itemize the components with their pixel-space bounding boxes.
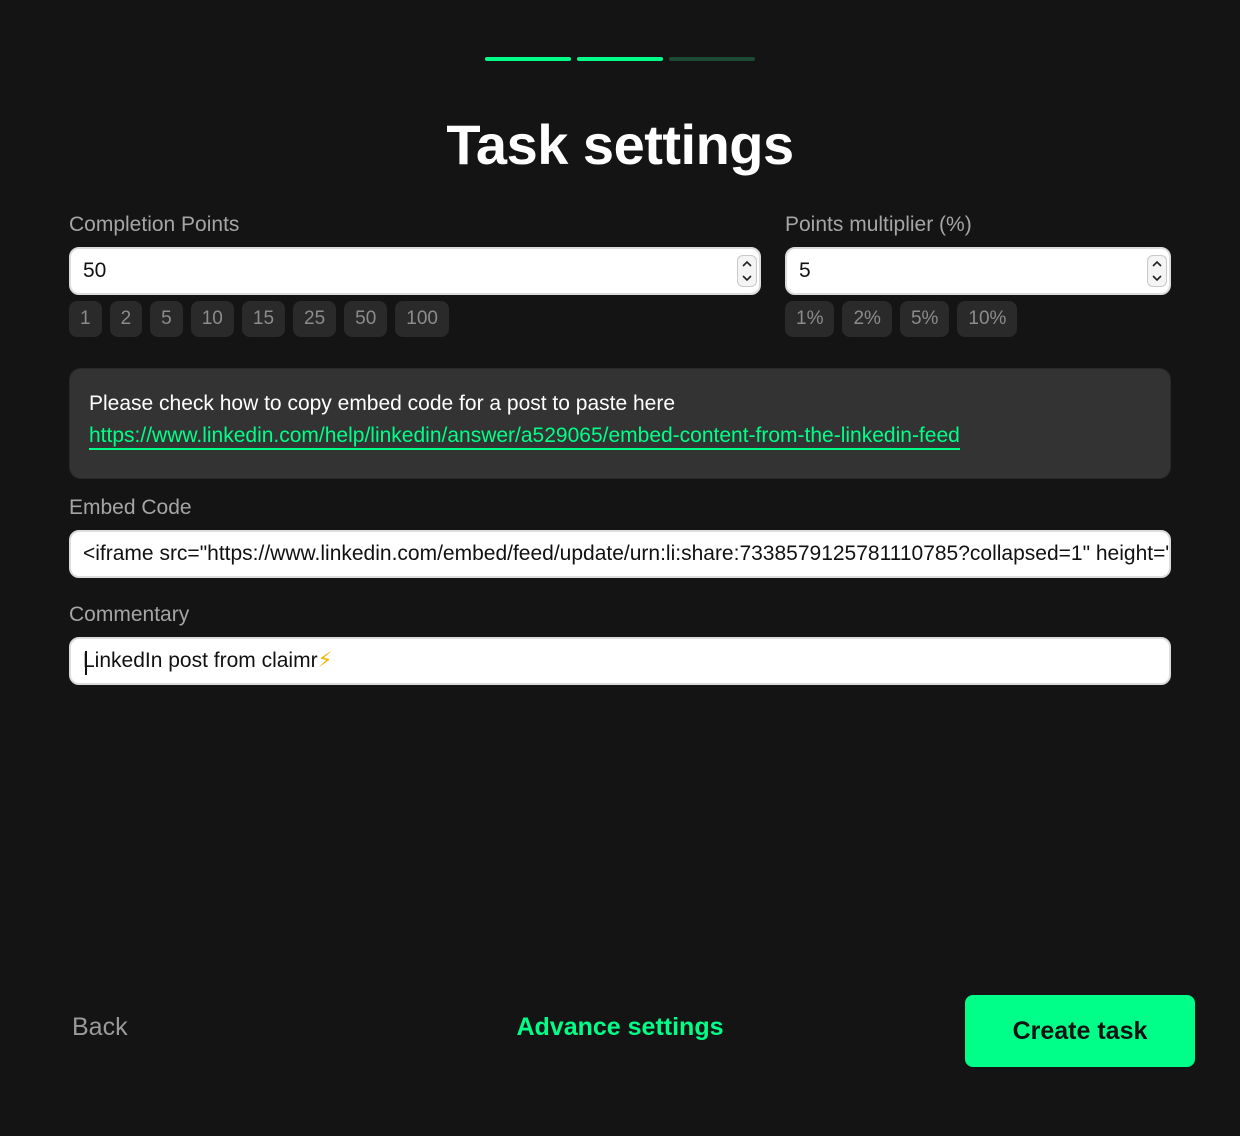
back-button[interactable]: Back [72,1013,128,1042]
points-multiplier-value: 5 [799,259,811,282]
preset-chip-10[interactable]: 10 [190,301,234,337]
multiplier-chip-5[interactable]: 5% [899,301,950,337]
multiplier-chip-1[interactable]: 1% [785,301,835,337]
step-3-indicator [669,57,755,61]
increment-button[interactable] [739,257,755,270]
commentary-value: LinkedIn post from claimr [83,649,318,672]
embed-code-input[interactable]: <iframe src="https://www.linkedin.com/em… [69,530,1171,578]
completion-points-spinner [737,255,757,287]
chevron-down-icon [1152,275,1162,282]
embed-help-link[interactable]: https://www.linkedin.com/help/linkedin/a… [89,424,960,450]
points-multiplier-presets: 1% 2% 5% 10% [785,301,1018,337]
step-1-indicator [485,57,571,61]
progress-stepper [485,57,755,61]
chevron-up-icon [742,260,752,267]
preset-chip-5[interactable]: 5 [150,301,183,337]
multiplier-chip-2[interactable]: 2% [842,301,892,337]
embed-help-box: Please check how to copy embed code for … [69,368,1171,479]
commentary-label: Commentary [69,603,190,626]
embed-help-text: Please check how to copy embed code for … [89,392,676,415]
preset-chip-100[interactable]: 100 [395,301,449,337]
completion-points-label: Completion Points [69,213,240,236]
preset-chip-2[interactable]: 2 [109,301,143,337]
page-title: Task settings [446,113,794,176]
preset-chip-15[interactable]: 15 [241,301,286,337]
completion-points-presets: 1 2 5 10 15 25 50 100 [69,301,449,337]
completion-points-input[interactable]: 50 [69,247,761,295]
commentary-input[interactable]: LinkedIn post from claimr⚡ [69,637,1171,685]
preset-chip-50[interactable]: 50 [344,301,388,337]
decrement-button[interactable] [1149,272,1165,285]
increment-button[interactable] [1149,257,1165,270]
chevron-down-icon [742,275,752,282]
chevron-up-icon [1152,260,1162,267]
completion-points-value: 50 [83,259,107,282]
step-2-indicator [577,57,663,61]
embed-code-value: <iframe src="https://www.linkedin.com/em… [83,542,1169,565]
create-task-button[interactable]: Create task [965,995,1195,1067]
lightning-icon: ⚡ [317,649,333,672]
preset-chip-1[interactable]: 1 [69,301,102,337]
multiplier-chip-10[interactable]: 10% [957,301,1018,337]
embed-code-label: Embed Code [69,496,192,519]
decrement-button[interactable] [739,272,755,285]
points-multiplier-spinner [1147,255,1167,287]
points-multiplier-label: Points multiplier (%) [785,213,972,236]
advance-settings-button[interactable]: Advance settings [516,1013,723,1041]
points-multiplier-input[interactable]: 5 [785,247,1171,295]
task-settings-page: Task settings Completion Points 50 1 2 5… [0,0,1240,1136]
text-cursor [85,651,87,675]
preset-chip-25[interactable]: 25 [293,301,337,337]
